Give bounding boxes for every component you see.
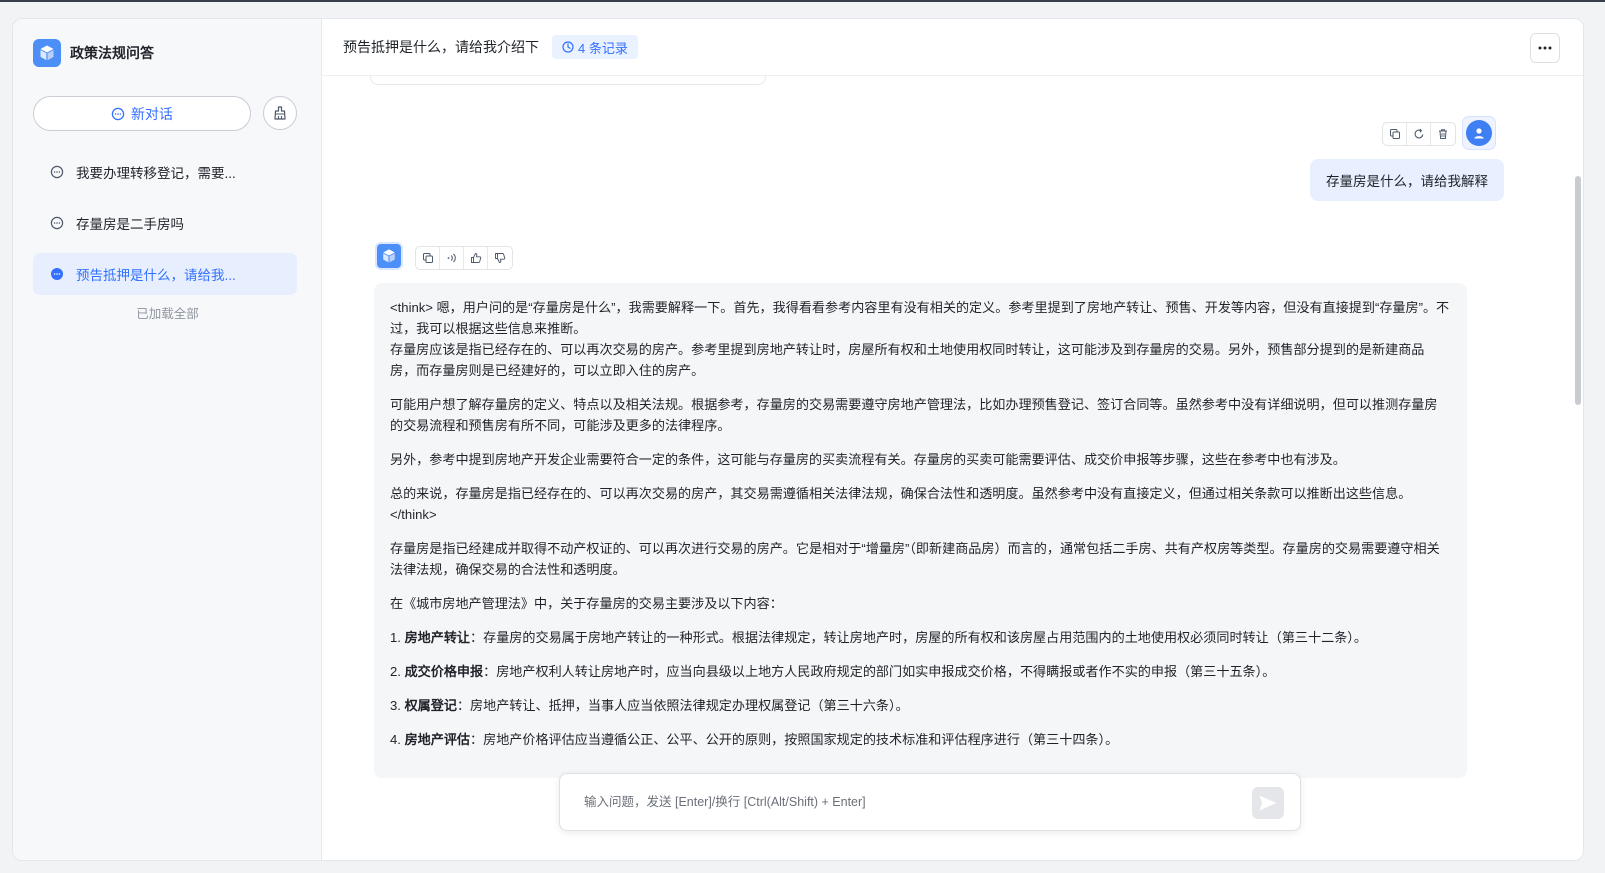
broom-icon [272,105,288,121]
brand: 政策法规问答 [33,39,154,67]
regenerate-button[interactable] [1407,123,1431,145]
history-list: 我要办理转移登记，需要... 存量房是二手房吗 预告抵押是什么，请给我... [33,151,297,304]
new-chat-button[interactable]: 新对话 [33,96,251,131]
list-term: 房地产转让 [404,630,471,645]
chat-main: 预告抵押是什么，请给我介绍下 4 条记录 存量房是什么，请给我解释 <think… [322,19,1583,860]
window-top-border [0,0,1605,2]
history-item[interactable]: 存量房是二手房吗 [33,202,297,244]
refresh-icon [1413,128,1425,140]
sidebar: 政策法规问答 新对话 我要办理转移登记，需要... 存量房是二手房吗 预告抵押是… [13,19,322,860]
answer-paragraph: 存量房是指已经建成并取得不动产权证的、可以再次进行交易的房产。它是相对于“增量房… [390,541,1440,577]
assistant-message-card: <think> 嗯，用户问的是“存量房是什么”，我需要解释一下。首先，我得看看参… [374,283,1467,778]
send-icon [1258,794,1278,812]
app-window: 政策法规问答 新对话 我要办理转移登记，需要... 存量房是二手房吗 预告抵押是… [12,18,1584,861]
think-end-tag: </think> [390,507,437,522]
assistant-message-toolbar [415,246,513,270]
message-list[interactable]: 存量房是什么，请给我解释 <think> 嗯，用户问的是“存量房是什么”，我需要… [322,76,1583,860]
like-button[interactable] [464,247,488,269]
list-number: 4. [390,732,401,747]
app-title: 政策法规问答 [70,45,154,61]
chat-bubble-filled-icon [50,267,64,281]
copy-button[interactable] [1383,123,1407,145]
answer-list-item: 4. 房地产评估：房地产价格评估应当遵循公正、公平、公开的原则，按照国家规定的技… [390,729,1450,750]
delete-button[interactable] [1431,123,1455,145]
scrollbar-thumb[interactable] [1575,176,1581,405]
sound-icon [446,252,458,264]
more-options-button[interactable] [1530,33,1560,63]
think-paragraph: 总的来说，存量房是指已经存在的、可以再次交易的房产，其交易需遵循相关法律法规，确… [390,486,1412,501]
read-aloud-button[interactable] [440,247,464,269]
user-icon [1466,120,1492,146]
record-count-badge[interactable]: 4 条记录 [552,35,638,59]
answer-list-item: 3. 权属登记：房地产转让、抵押，当事人应当依照法律规定办理权属登记（第三十六条… [390,695,1450,716]
list-text: ：房地产转让、抵押，当事人应当依照法律规定办理权属登记（第三十六条）。 [456,698,909,713]
clock-icon [562,41,574,53]
dislike-button[interactable] [488,247,512,269]
history-item[interactable]: 我要办理转移登记，需要... [33,151,297,193]
user-avatar [1462,116,1496,150]
copy-icon [422,252,434,264]
chat-input[interactable] [584,795,1224,809]
list-number: 1. [390,630,401,645]
think-paragraph: 存量房应该是指已经存在的、可以再次交易的房产。参考里提到房地产转让时，房屋所有权… [390,342,1425,378]
history-item-title: 我要办理转移登记，需要... [76,166,236,181]
think-paragraph: 另外，参考中提到房地产开发企业需要符合一定的条件，这可能与存量房的买卖流程有关。… [390,452,1346,467]
list-text: ：房地产权利人转让房地产时，应当向县级以上地方人民政府规定的部门如实申报成交价格… [483,664,1276,679]
list-term: 房地产评估 [404,732,471,747]
chat-bubble-icon [50,165,64,179]
clear-history-button[interactable] [263,96,297,130]
thumbs-down-icon [494,252,506,264]
chat-input-box [559,773,1301,831]
list-text: ：存量房的交易属于房地产转让的一种形式。根据法律规定，转让房地产时，房屋的所有权… [470,630,1367,645]
list-term: 成交价格申报 [404,664,484,679]
list-number: 3. [390,698,401,713]
history-item-title: 存量房是二手房吗 [76,217,184,232]
answer-list-item: 1. 房地产转让：存量房的交易属于房地产转让的一种形式。根据法律规定，转让房地产… [390,627,1450,648]
think-paragraph: 可能用户想了解存量房的定义、特点以及相关法规。根据参考，存量房的交易需要遵守房地… [390,397,1438,433]
user-message-toolbar [1382,122,1456,146]
new-chat-label: 新对话 [131,105,173,122]
thumbs-up-icon [470,252,482,264]
list-number: 2. [390,664,401,679]
list-text: ：房地产价格评估应当遵循公正、公平、公开的原则，按照国家规定的技术标准和评估程序… [470,732,1119,747]
previous-message-card [370,76,766,85]
chat-bubble-icon [111,107,125,121]
ellipsis-icon [1538,46,1552,50]
trash-icon [1437,128,1449,140]
history-item-title: 预告抵押是什么，请给我... [76,268,236,283]
scrollbar[interactable] [1574,76,1583,860]
answer-list-item: 2. 成交价格申报：房地产权利人转让房地产时，应当向县级以上地方人民政府规定的部… [390,661,1450,682]
copy-icon [1389,128,1401,140]
user-message-bubble: 存量房是什么，请给我解释 [1310,159,1504,201]
assistant-avatar [375,242,403,270]
cube-logo-icon [381,248,397,264]
think-paragraph: <think> 嗯，用户问的是“存量房是什么”，我需要解释一下。首先，我得看看参… [390,300,1450,336]
chat-title: 预告抵押是什么，请给我介绍下 [343,39,539,55]
chat-bubble-icon [50,216,64,230]
answer-paragraph: 在《城市房地产管理法》中，关于存量房的交易主要涉及以下内容： [390,596,783,611]
send-button[interactable] [1252,787,1284,819]
chat-header: 预告抵押是什么，请给我介绍下 4 条记录 [322,19,1583,76]
record-count-label: 4 条记录 [578,40,628,56]
loaded-all-text: 已加载全部 [136,307,199,321]
history-item-active[interactable]: 预告抵押是什么，请给我... [33,253,297,295]
copy-button[interactable] [416,247,440,269]
cube-logo-icon [33,39,61,67]
list-term: 权属登记 [404,698,457,713]
